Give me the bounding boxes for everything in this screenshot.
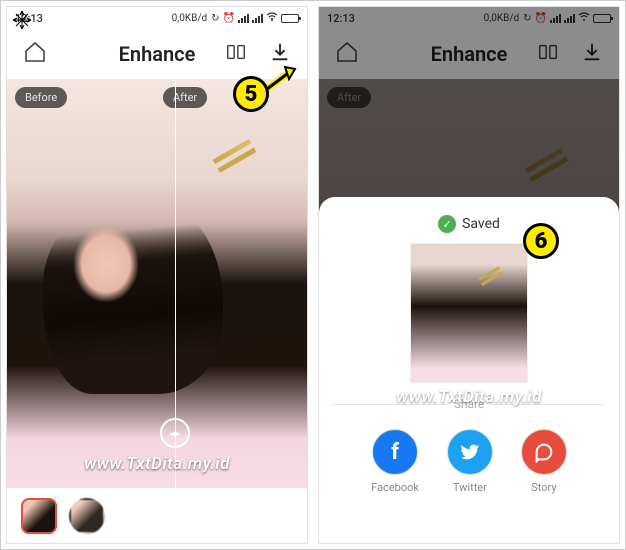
- share-sheet: ✓ Saved Share www.TxtDita.my.id f Facebo…: [319, 197, 619, 543]
- annotation-step-6: 6: [523, 223, 559, 259]
- share-caption: Story: [531, 481, 556, 494]
- check-icon: ✓: [438, 215, 456, 233]
- watermark-text: www.TxtDita.my.id: [396, 387, 542, 407]
- cursor-icon: [11, 9, 33, 31]
- thumbnail-row: [7, 488, 307, 543]
- status-bar: 12:13 0,0KB/d ↻ ⏰: [7, 7, 307, 29]
- compare-handle-icon[interactable]: ◂▸: [160, 418, 190, 448]
- annotation-arrow-5: [265, 65, 301, 95]
- thumbnail-1[interactable]: [21, 498, 57, 534]
- app-header: Enhance: [7, 29, 307, 79]
- story-icon: [521, 429, 567, 475]
- signal-icon-2: [252, 14, 263, 23]
- hairclip-detail: [213, 138, 252, 163]
- phone-screenshot-right: 12:13 0,0KB/d ↻ ⏰ Enhance: [318, 6, 620, 544]
- status-data-rate: 0,0KB/d: [172, 13, 207, 24]
- saved-label: Saved: [462, 216, 500, 232]
- share-caption: Twitter: [453, 481, 487, 494]
- wifi-icon: [266, 12, 278, 25]
- saved-thumbnail[interactable]: [410, 243, 528, 383]
- home-icon[interactable]: [19, 36, 51, 72]
- photo-content: [7, 79, 307, 488]
- status-right: 0,0KB/d ↻ ⏰: [172, 12, 299, 25]
- signal-icon: [238, 14, 249, 23]
- thumbnail-2[interactable]: [69, 498, 105, 534]
- share-story[interactable]: Story: [521, 429, 567, 494]
- saved-row: ✓ Saved: [438, 215, 500, 233]
- status-icons: ↻ ⏰: [211, 12, 299, 25]
- share-twitter[interactable]: Twitter: [447, 429, 493, 494]
- twitter-icon: [447, 429, 493, 475]
- battery-icon: [281, 14, 299, 23]
- share-row: f Facebook Twitter Story: [371, 429, 567, 494]
- annotation-step-5: 5: [233, 76, 269, 112]
- facebook-icon: f: [372, 429, 418, 475]
- page-title: Enhance: [119, 42, 196, 66]
- compare-icon[interactable]: [221, 37, 251, 71]
- hairclip-detail: [478, 266, 500, 281]
- before-label: Before: [15, 87, 67, 108]
- watermark-text: www.TxtDita.my.id: [7, 454, 307, 474]
- compare-slider[interactable]: ◂▸: [175, 79, 176, 488]
- after-label: After: [163, 87, 207, 108]
- alarm-icon: ⏰: [223, 13, 235, 24]
- image-viewer[interactable]: Before After ◂▸ www.TxtDita.my.id: [7, 79, 307, 488]
- share-caption: Facebook: [371, 481, 419, 494]
- share-facebook[interactable]: f Facebook: [371, 429, 419, 494]
- sync-icon: ↻: [211, 13, 219, 24]
